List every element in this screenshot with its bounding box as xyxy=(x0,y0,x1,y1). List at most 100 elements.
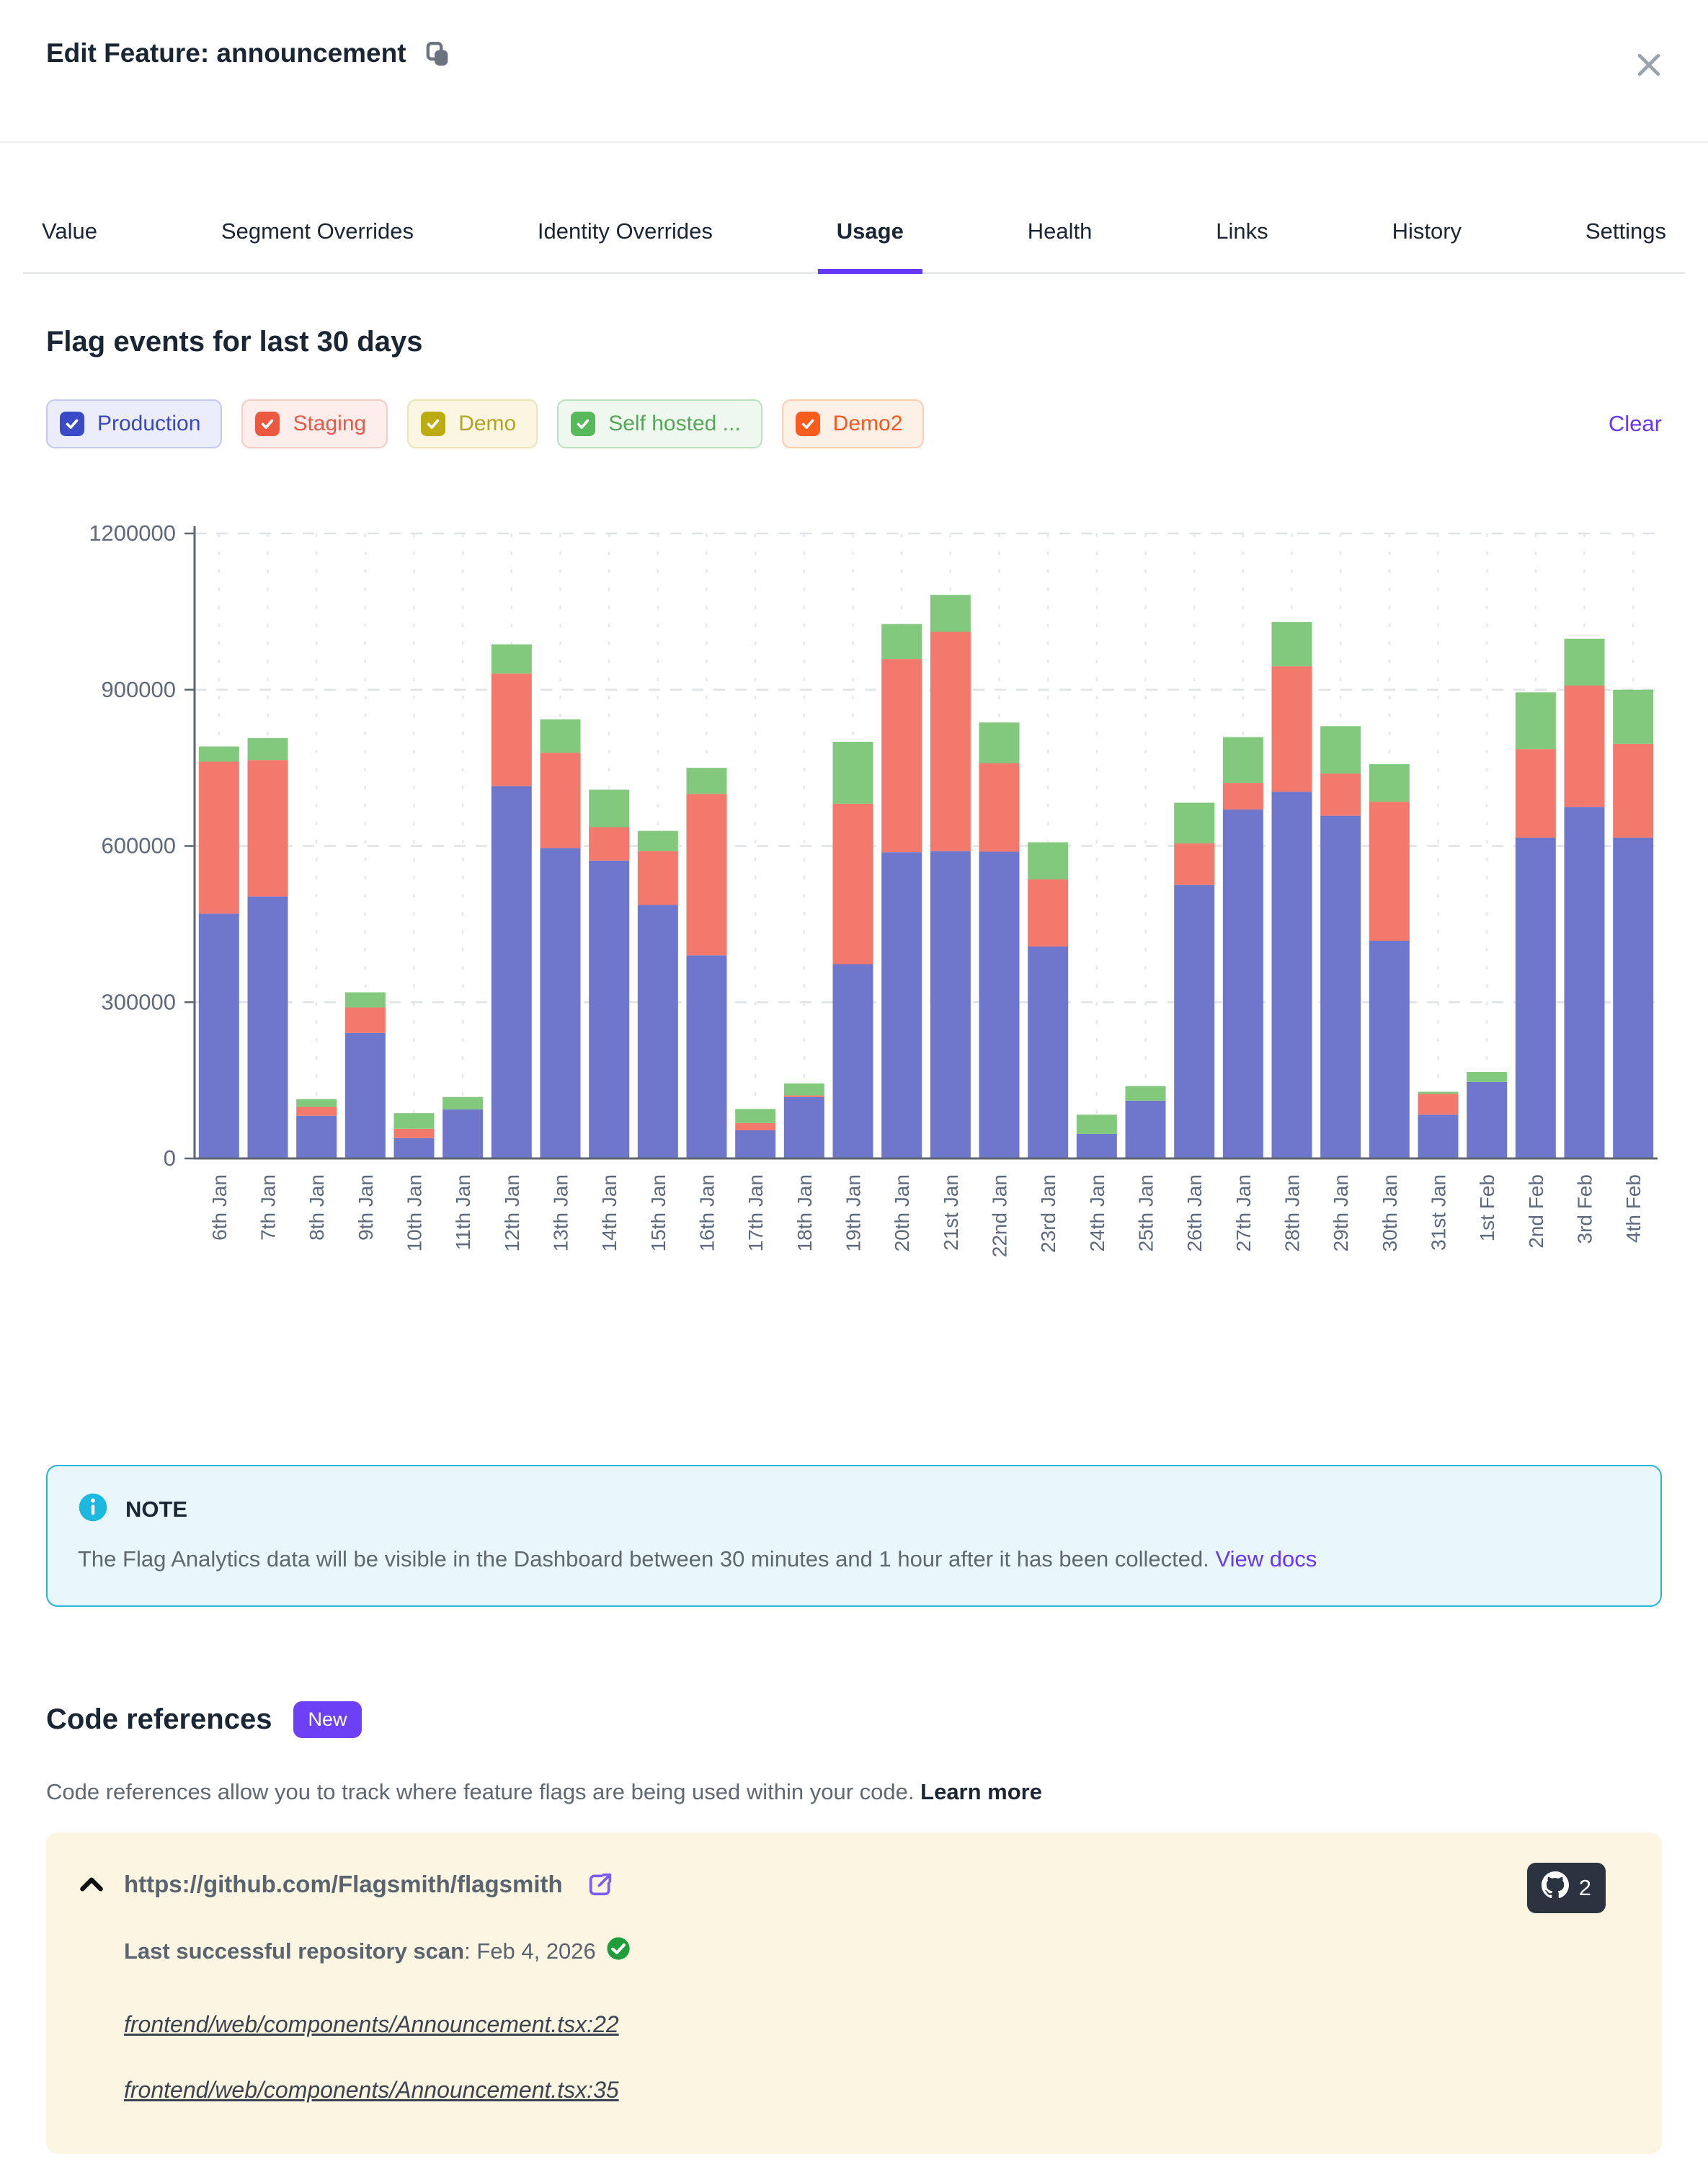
file-reference-link[interactable]: frontend/web/components/Announcement.tsx… xyxy=(124,2077,619,2104)
edit-feature-modal: Edit Feature: announcement ValueSegment … xyxy=(0,0,1708,2172)
bar-segment xyxy=(1223,737,1263,783)
bar-segment xyxy=(1223,783,1263,810)
checkbox-checked-icon[interactable] xyxy=(571,412,595,436)
tab-value[interactable]: Value xyxy=(23,218,116,272)
bar-segment xyxy=(979,851,1020,1158)
environment-chip-staging[interactable]: Staging xyxy=(241,399,388,448)
bar-segment xyxy=(199,761,239,913)
bar-segment xyxy=(881,624,922,659)
svg-text:300000: 300000 xyxy=(102,989,176,1014)
bar-segment xyxy=(930,595,971,631)
svg-text:1200000: 1200000 xyxy=(89,520,176,546)
external-link-icon[interactable] xyxy=(586,1870,615,1899)
bar-segment xyxy=(1516,749,1556,838)
svg-text:8th Jan: 8th Jan xyxy=(306,1174,328,1241)
svg-text:10th Jan: 10th Jan xyxy=(404,1174,426,1251)
tab-links[interactable]: Links xyxy=(1197,218,1286,272)
repository-url[interactable]: https://github.com/Flagsmith/flagsmith xyxy=(124,1871,563,1898)
bar-segment xyxy=(687,955,727,1158)
bar-segment xyxy=(296,1116,337,1158)
bar-segment xyxy=(1077,1114,1117,1134)
bar-segment xyxy=(1028,947,1068,1158)
clear-filters-link[interactable]: Clear xyxy=(1609,411,1662,437)
environment-chip-demo[interactable]: Demo xyxy=(407,399,538,448)
code-references-heading: Code references xyxy=(46,1703,272,1736)
tab-usage[interactable]: Usage xyxy=(818,218,922,272)
bar-segment xyxy=(881,659,922,852)
tab-health[interactable]: Health xyxy=(1009,218,1111,272)
bar-segment xyxy=(1174,843,1214,885)
bar-segment xyxy=(1613,838,1653,1158)
svg-text:13th Jan: 13th Jan xyxy=(550,1174,572,1251)
tab-identity-overrides[interactable]: Identity Overrides xyxy=(519,218,731,272)
bar-segment xyxy=(735,1109,775,1123)
repository-panel: https://github.com/Flagsmith/flagsmith 2… xyxy=(46,1832,1662,2154)
bar-segment xyxy=(784,1097,824,1158)
svg-text:1st Feb: 1st Feb xyxy=(1476,1174,1498,1241)
bar-segment xyxy=(442,1109,483,1158)
bar-segment xyxy=(1467,1082,1507,1158)
environment-chip-self-hosted[interactable]: Self hosted ... xyxy=(557,399,762,448)
checkbox-checked-icon[interactable] xyxy=(796,412,820,436)
header-divider xyxy=(0,141,1708,143)
environment-chip-production[interactable]: Production xyxy=(46,399,222,448)
bar-segment xyxy=(1272,666,1312,792)
close-icon[interactable] xyxy=(1632,48,1666,82)
bar-segment xyxy=(1516,838,1556,1158)
bar-segment xyxy=(638,831,678,851)
bar-segment xyxy=(492,673,532,786)
note-body-text: The Flag Analytics data will be visible … xyxy=(78,1546,1209,1572)
checkbox-checked-icon[interactable] xyxy=(421,412,445,436)
tab-bar: Value Segment Overrides Identity Overrides… xyxy=(23,193,1685,274)
bar-segment xyxy=(1565,639,1605,686)
environment-chip-demo2[interactable]: Demo2 xyxy=(782,399,925,448)
svg-text:12th Jan: 12th Jan xyxy=(501,1174,523,1251)
bar-segment xyxy=(589,827,629,860)
bar-segment xyxy=(1613,744,1653,838)
bar-segment xyxy=(1320,774,1361,816)
svg-text:3rd Feb: 3rd Feb xyxy=(1574,1174,1596,1244)
tab-settings[interactable]: Settings xyxy=(1567,218,1685,272)
bar-segment xyxy=(345,1033,386,1158)
svg-text:17th Jan: 17th Jan xyxy=(744,1174,767,1251)
bar-segment xyxy=(687,768,727,794)
bar-segment xyxy=(296,1107,337,1115)
svg-text:22nd Jan: 22nd Jan xyxy=(989,1174,1011,1257)
bar-segment xyxy=(442,1097,483,1109)
bar-segment xyxy=(541,719,581,753)
bar-segment xyxy=(979,763,1020,852)
bar-segment xyxy=(296,1099,337,1107)
copy-icon[interactable] xyxy=(424,40,453,69)
tab-segment-overrides[interactable]: Segment Overrides xyxy=(203,218,432,272)
note-title: NOTE xyxy=(125,1497,187,1522)
view-docs-link[interactable]: View docs xyxy=(1216,1546,1317,1572)
svg-text:18th Jan: 18th Jan xyxy=(793,1174,816,1251)
bar-segment xyxy=(1320,726,1361,774)
tab-history[interactable]: History xyxy=(1374,218,1480,272)
scan-date: : Feb 4, 2026 xyxy=(464,1938,596,1964)
environment-chip-label: Demo2 xyxy=(833,412,903,436)
svg-text:31st Jan: 31st Jan xyxy=(1428,1174,1450,1251)
bar-segment xyxy=(735,1130,775,1158)
stacked-bar-chart-svg: 030000060000090000012000006th Jan7th Jan… xyxy=(46,505,1662,1298)
bar-segment xyxy=(492,644,532,673)
bar-segment xyxy=(1028,842,1068,879)
github-reference-count: 2 xyxy=(1579,1875,1591,1901)
github-count-badge[interactable]: 2 xyxy=(1527,1863,1606,1913)
bar-segment xyxy=(979,722,1020,763)
bar-segment xyxy=(638,851,678,905)
svg-text:4th Feb: 4th Feb xyxy=(1622,1174,1645,1243)
svg-text:29th Jan: 29th Jan xyxy=(1330,1174,1352,1251)
svg-text:21st Jan: 21st Jan xyxy=(940,1174,962,1251)
svg-text:11th Jan: 11th Jan xyxy=(452,1174,474,1250)
svg-text:20th Jan: 20th Jan xyxy=(891,1174,913,1251)
learn-more-link[interactable]: Learn more xyxy=(920,1779,1042,1804)
collapse-chevron-icon[interactable] xyxy=(78,1874,105,1895)
checkbox-checked-icon[interactable] xyxy=(255,412,280,436)
checkbox-checked-icon[interactable] xyxy=(60,412,84,436)
bar-segment xyxy=(199,913,239,1158)
environment-chip-label: Production xyxy=(97,412,200,436)
code-references-description: Code references allow you to track where… xyxy=(46,1779,915,1804)
file-reference-link[interactable]: frontend/web/components/Announcement.tsx… xyxy=(124,2011,619,2038)
bar-segment xyxy=(199,747,239,762)
